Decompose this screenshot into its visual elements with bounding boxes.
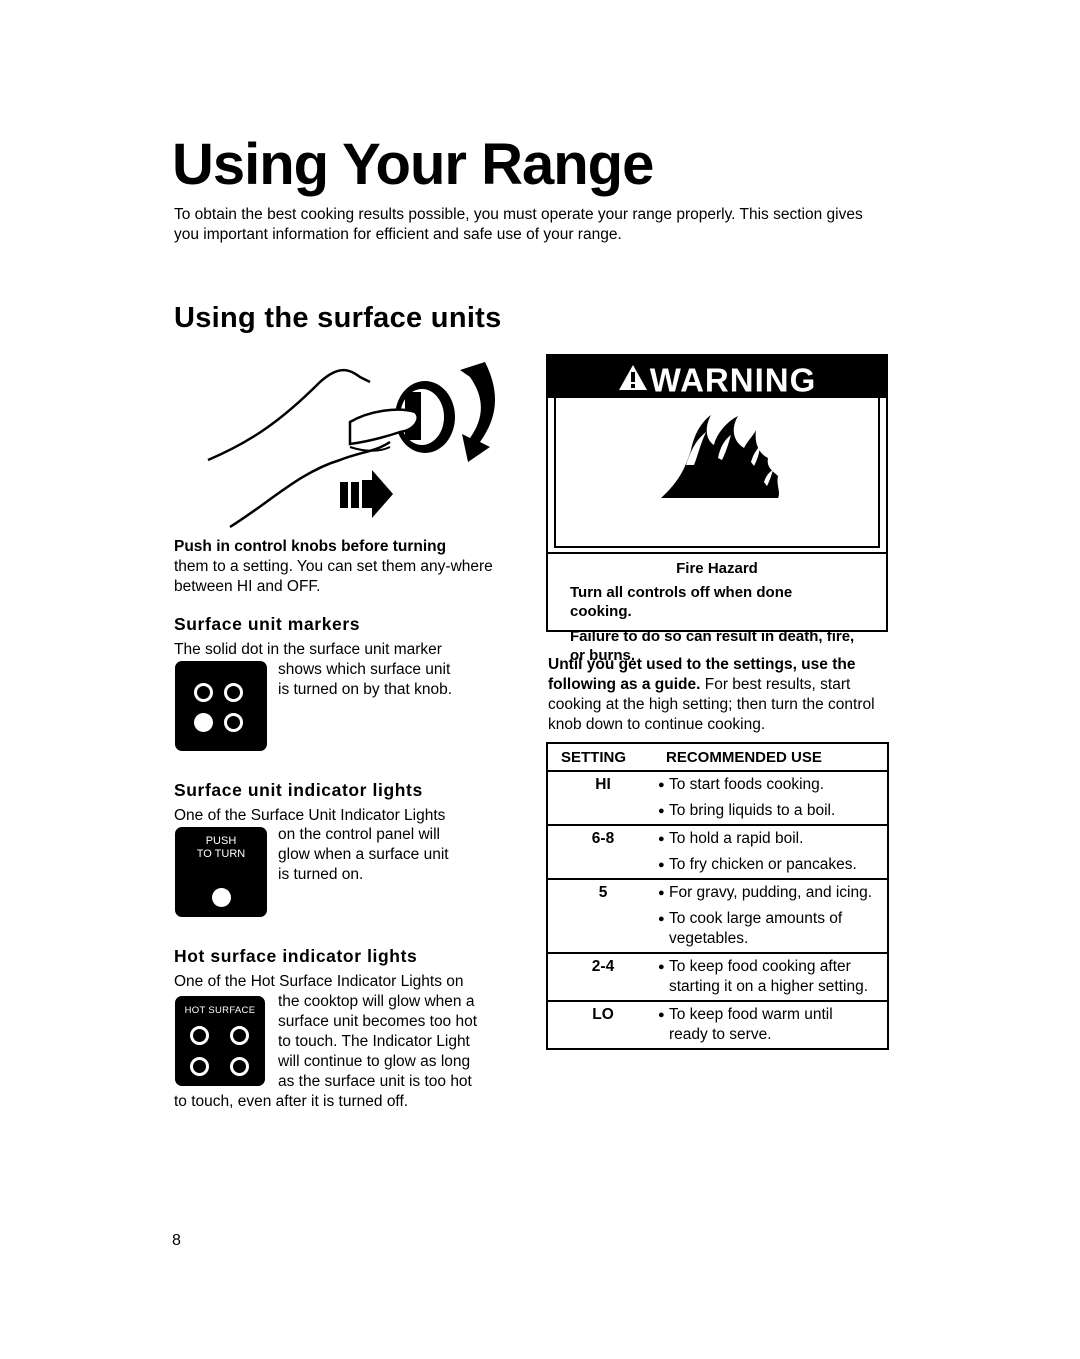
use-text: To hold a rapid boil. [669, 830, 804, 847]
bullet-icon: ● [658, 859, 665, 871]
panel-label-to-turn: TO TURN [196, 848, 246, 860]
setting-value: 6-8 [547, 825, 658, 880]
recommended-use-cell: ● To keep food warm until ready to serve. [658, 1001, 888, 1050]
bullet-icon: ● [658, 887, 665, 899]
hot-surface-panel-icon: HOT SURFACE [175, 996, 265, 1086]
use-item: ● To cook large amounts of vegetables. [658, 906, 875, 952]
knob-caption: Push in control knobs before turning the… [174, 537, 504, 597]
indicator-line-3: glow when a surface unit [278, 846, 449, 863]
hot-surface-label: HOT SURFACE [184, 1005, 256, 1016]
use-item: ● To start foods cooking. [658, 772, 875, 798]
hand-pushing-knob-icon [207, 362, 496, 529]
use-item: ● To fry chicken or pancakes. [658, 852, 875, 878]
markers-line-3: is turned on by that knob. [278, 681, 453, 698]
markers-line-2: shows which surface unit [278, 661, 451, 678]
column-header-setting: SETTING [547, 743, 658, 772]
use-text: To keep food cooking after starting it o… [669, 958, 869, 995]
panel-label-push: PUSH [205, 835, 237, 847]
table-header-row: SETTING RECOMMENDED USE [547, 743, 888, 772]
table-row: 2-4 ● To keep food cooking after starting … [547, 953, 888, 1002]
hot-heading: Hot surface indicator lights [174, 946, 418, 966]
indicator-light-icon [212, 888, 231, 907]
section-title: Using the surface units [174, 302, 502, 334]
hot-line-7: to touch, even after it is turned off. [174, 1093, 409, 1110]
use-item: ● To keep food warm until ready to serve. [658, 1002, 875, 1048]
page-number: 8 [172, 1232, 181, 1249]
warning-message: Fire Hazard Turn all controls off when d… [548, 552, 886, 664]
setting-value: HI [547, 771, 658, 826]
knob-caption-bold: Push in control knobs before turning [174, 538, 447, 555]
table-row: 6-8 ● To hold a rapid boil. ● To fry chicken… [547, 825, 888, 880]
push-to-turn-panel-icon: PUSH TO TURN [175, 827, 267, 917]
hot-line-6: as the surface unit is too hot [278, 1073, 472, 1090]
settings-guide-paragraph: Until you get used to the settings, use … [548, 655, 888, 735]
fire-icon [661, 415, 779, 498]
warning-image-frame [554, 398, 880, 548]
bullet-icon: ● [658, 913, 665, 925]
indicator-heading: Surface unit indicator lights [174, 780, 423, 800]
recommended-use-cell: ● To keep food cooking after starting it … [658, 953, 888, 1002]
use-text: To start foods cooking. [669, 776, 825, 793]
hot-line-5: will continue to glow as long [278, 1053, 471, 1070]
bullet-icon: ● [658, 961, 665, 973]
use-text: To cook large amounts of vegetables. [669, 910, 843, 947]
use-text: To fry chicken or pancakes. [669, 856, 857, 873]
indicator-line-4: is turned on. [278, 866, 364, 883]
use-item: ● To hold a rapid boil. [658, 826, 875, 852]
setting-value: 5 [547, 879, 658, 954]
bullet-icon: ● [658, 779, 665, 791]
warning-instruction: Turn all controls off when done cooking. [570, 584, 793, 620]
use-item: ● For gravy, pudding, and icing. [658, 880, 875, 906]
setting-value: 2-4 [547, 953, 658, 1002]
bullet-icon: ● [658, 1009, 665, 1021]
table-row: LO ● To keep food warm until ready to serv… [547, 1001, 888, 1050]
recommended-use-cell: ● To start foods cooking. ● To bring liquid… [658, 771, 888, 826]
warning-header: WARNING [548, 356, 886, 398]
surface-unit-marker-icon [175, 661, 267, 751]
markers-line-1: The solid dot in the surface unit marker [174, 641, 442, 658]
markers-heading: Surface unit markers [174, 614, 361, 634]
use-item: ● To bring liquids to a boil. [658, 798, 875, 824]
settings-table: SETTING RECOMMENDED USE HI ● To start food… [546, 742, 889, 1050]
warning-triangle-icon [618, 358, 648, 402]
use-text: To bring liquids to a boil. [669, 802, 836, 819]
hot-line-4: to touch. The Indicator Light [278, 1033, 470, 1050]
hot-line-2: the cooktop will glow when a [278, 993, 475, 1010]
hot-line-1: One of the Hot Surface Indicator Lights … [174, 973, 464, 990]
bullet-icon: ● [658, 833, 665, 845]
hot-line-3: surface unit becomes too hot [278, 1013, 478, 1030]
setting-value: LO [547, 1001, 658, 1050]
bullet-icon: ● [658, 805, 665, 817]
use-item: ● To keep food cooking after starting it … [658, 954, 875, 1000]
page-title: Using Your Range [172, 132, 654, 197]
use-text: To keep food warm until ready to serve. [669, 1006, 833, 1043]
table-row: HI ● To start foods cooking. ● To bring liqu… [547, 771, 888, 826]
knob-caption-text: them to a setting. You can set them any-… [174, 558, 493, 595]
warning-box: WARNING Fire Hazard Turn all controls of… [546, 354, 888, 664]
recommended-use-cell: ● To hold a rapid boil. ● To fry chicken or… [658, 825, 888, 880]
indicator-line-2: on the control panel will [278, 826, 440, 843]
column-header-use: RECOMMENDED USE [658, 743, 888, 772]
warning-title: WARNING [649, 361, 817, 399]
table-row: 5 ● For gravy, pudding, and icing. ● To cook… [547, 879, 888, 954]
intro-paragraph: To obtain the best cooking results possi… [174, 206, 863, 243]
recommended-use-cell: ● For gravy, pudding, and icing. ● To cook … [658, 879, 888, 954]
indicator-line-1: One of the Surface Unit Indicator Lights [174, 807, 446, 824]
use-text: For gravy, pudding, and icing. [669, 884, 873, 901]
warning-hazard-type: Fire Hazard [676, 560, 758, 577]
